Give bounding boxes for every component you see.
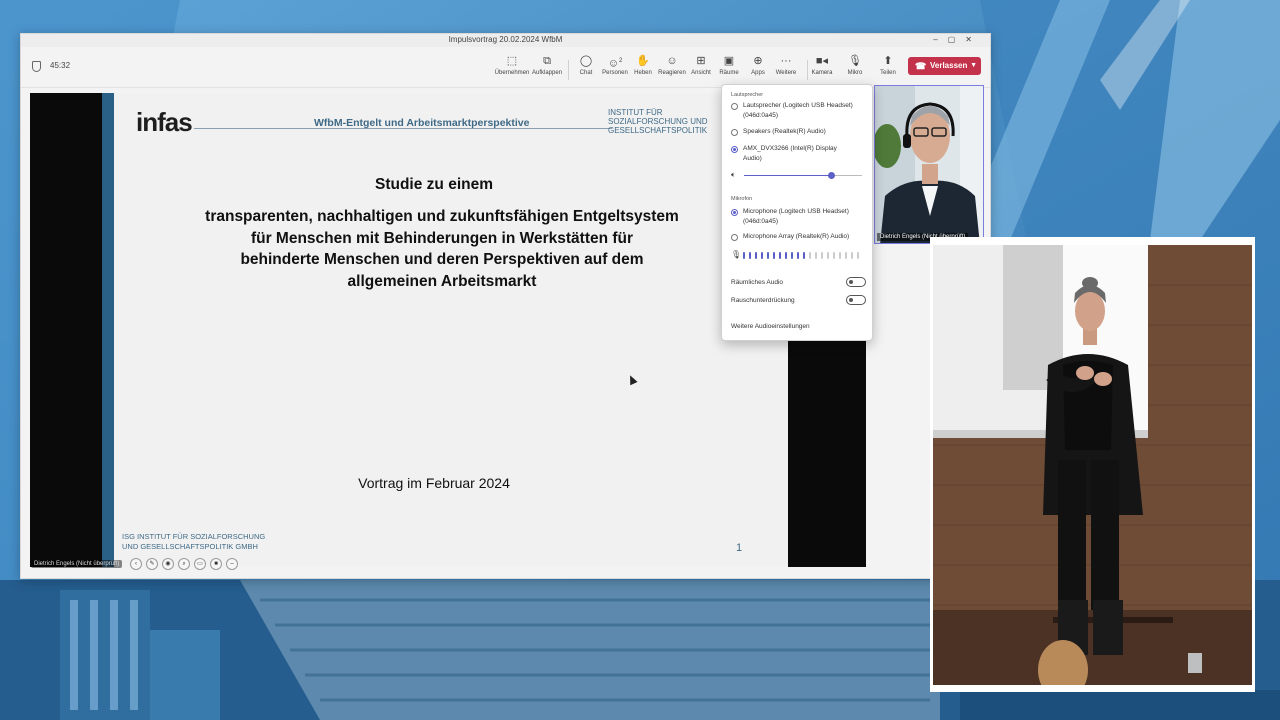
mic-meter-bar (845, 252, 847, 259)
meeting-timer: 45:32 (50, 61, 71, 70)
share-icon: ⬆ (883, 55, 893, 67)
mic-section-label: Mikrofon (731, 196, 753, 202)
phone-hangup-icon: ☎ (915, 61, 927, 71)
pop-out-button[interactable]: ⧉ Aufklappen (528, 54, 566, 84)
chevron-down-icon[interactable]: ▼ (970, 57, 977, 75)
audio-settings-panel: Lautsprecher Lautsprecher (Logitech USB … (721, 84, 873, 341)
interpreter-video (933, 245, 1252, 685)
spatial-audio-toggle[interactable] (846, 277, 866, 287)
mic-meter-bar (797, 252, 799, 259)
mic-icon: 🎙︎ (731, 250, 742, 259)
slide-date: Vortrag im Februar 2024 (358, 475, 510, 491)
share-button[interactable]: ⬆ Teilen (869, 54, 907, 84)
pen-icon[interactable]: ✎ (146, 558, 158, 570)
noise-suppression-row: Rauschunterdrückung (731, 295, 866, 307)
more-audio-settings-link[interactable]: Weitere Audioeinstellungen (731, 323, 810, 330)
mic-level-meter: 🎙︎ (731, 250, 865, 260)
volume-thumb[interactable] (828, 172, 836, 179)
mic-option-realtek[interactable]: Microphone Array (Realtek(R) Audio) (731, 232, 869, 242)
laser-icon[interactable]: ◉ (162, 558, 174, 570)
presentation-controls: ‹ ✎ ◉ ⌕ ▭ ■ – (130, 552, 242, 570)
mic-meter-bar (833, 252, 835, 259)
shield-icon (32, 61, 41, 72)
mic-meter-bar (821, 252, 823, 259)
mic-meter-bar (749, 252, 751, 259)
teams-meeting-window: Impulsvortrag 20.02.2024 WfbM –▢✕ 45:32 … (20, 33, 991, 579)
slide-title: Studie zu einem (375, 176, 493, 193)
mic-meter-bar (839, 252, 841, 259)
mic-meter-bar (803, 252, 805, 259)
mic-meter-bar (851, 252, 853, 259)
slide-header: WfbM-Entgelt und Arbeitsmarktperspektive (314, 117, 530, 129)
volume-fill (744, 175, 832, 176)
window-controls[interactable]: –▢✕ (933, 35, 982, 44)
mic-meter-bar (857, 252, 859, 259)
radio-icon (731, 234, 738, 241)
take-control-icon: ⬚ (506, 55, 518, 67)
mic-meter-bar (809, 252, 811, 259)
presentation-slide: infas WfbM-Entgelt und Arbeitsmarktpersp… (102, 93, 788, 567)
volume-track (744, 172, 862, 179)
slide-page-number: 1 (736, 542, 743, 554)
stop-share-icon[interactable]: ■ (210, 558, 222, 570)
mic-meter-bar (827, 252, 829, 259)
speaker-volume-slider[interactable]: 🔈︎ (731, 170, 865, 180)
noise-suppression-label: Rauschunterdrückung (731, 297, 795, 304)
pop-out-icon: ⧉ (543, 55, 551, 67)
spatial-audio-label: Räumliches Audio (731, 279, 784, 286)
mic-option-logitech[interactable]: Microphone (Logitech USB Headset) (046d:… (731, 207, 869, 227)
mic-meter-bar (773, 252, 775, 259)
subtitles-icon[interactable]: ▭ (194, 558, 206, 570)
mouse-cursor-icon (626, 373, 638, 386)
spatial-audio-row: Räumliches Audio (731, 277, 866, 289)
more-icon: ··· (780, 55, 792, 67)
slide-logo: infas (136, 107, 193, 137)
more-options-icon[interactable]: – (226, 558, 238, 570)
interpreter-scene (933, 245, 1252, 685)
participant-video (875, 86, 983, 243)
radio-icon (731, 129, 738, 136)
speaker-icon: 🔈︎ (731, 170, 736, 179)
meeting-toolbar: 45:32 ⬚ Übernehmen ⧉ Aufklappen ◯ Chat ☺… (21, 48, 990, 88)
mic-meter-bar (767, 252, 769, 259)
mic-meter-bar (743, 252, 745, 259)
speaker-option-amx[interactable]: AMX_DVX3266 (Intel(R) Display Audio) (731, 144, 869, 164)
leave-button[interactable]: ☎ Verlassen ▼ (908, 57, 981, 75)
slide-subtitle: transparenten, nachhaltigen und zukunfts… (205, 208, 679, 290)
radio-icon (731, 103, 738, 110)
mic-meter-bar (779, 252, 781, 259)
radio-selected-icon (731, 209, 738, 216)
slide-footer: ISG INSTITUT FÜR SOZIALFORSCHUNG UND GES… (122, 532, 266, 551)
leave-label: Verlassen (930, 61, 968, 70)
sign-language-interpreter-video (930, 237, 1255, 692)
zoom-icon[interactable]: ⌕ (178, 558, 190, 570)
mic-meter-bar (755, 252, 757, 259)
speaker-section-label: Lautsprecher (731, 92, 764, 98)
mic-meter-bar (785, 252, 787, 259)
take-control-button[interactable]: ⬚ Übernehmen (493, 54, 531, 84)
mic-meter-bar (815, 252, 817, 259)
prev-slide-icon[interactable]: ‹ (130, 558, 142, 570)
participant-video-tile[interactable]: Dietrich Engels (Nicht überprüft) (874, 85, 984, 244)
institute-name: INSTITUT FÜR SOZIALFORSCHUNG UND GESELLS… (608, 108, 708, 135)
speaker-option-logitech[interactable]: Lautsprecher (Logitech USB Headset) (046… (731, 101, 869, 121)
more-button[interactable]: ··· Weitere (767, 54, 805, 84)
mic-meter-bar (791, 252, 793, 259)
mic-meter-bars (743, 252, 863, 259)
presenter-label: Dietrich Engels (Nicht überprüft) (31, 560, 123, 568)
noise-suppression-toggle[interactable] (846, 295, 866, 305)
radio-selected-icon (731, 146, 738, 153)
speaker-option-realtek[interactable]: Speakers (Realtek(R) Audio) (731, 127, 869, 137)
window-title-bar: Impulsvortrag 20.02.2024 WfbM –▢✕ (21, 34, 990, 47)
mic-meter-bar (761, 252, 763, 259)
window-title: Impulsvortrag 20.02.2024 WfbM (448, 35, 563, 44)
